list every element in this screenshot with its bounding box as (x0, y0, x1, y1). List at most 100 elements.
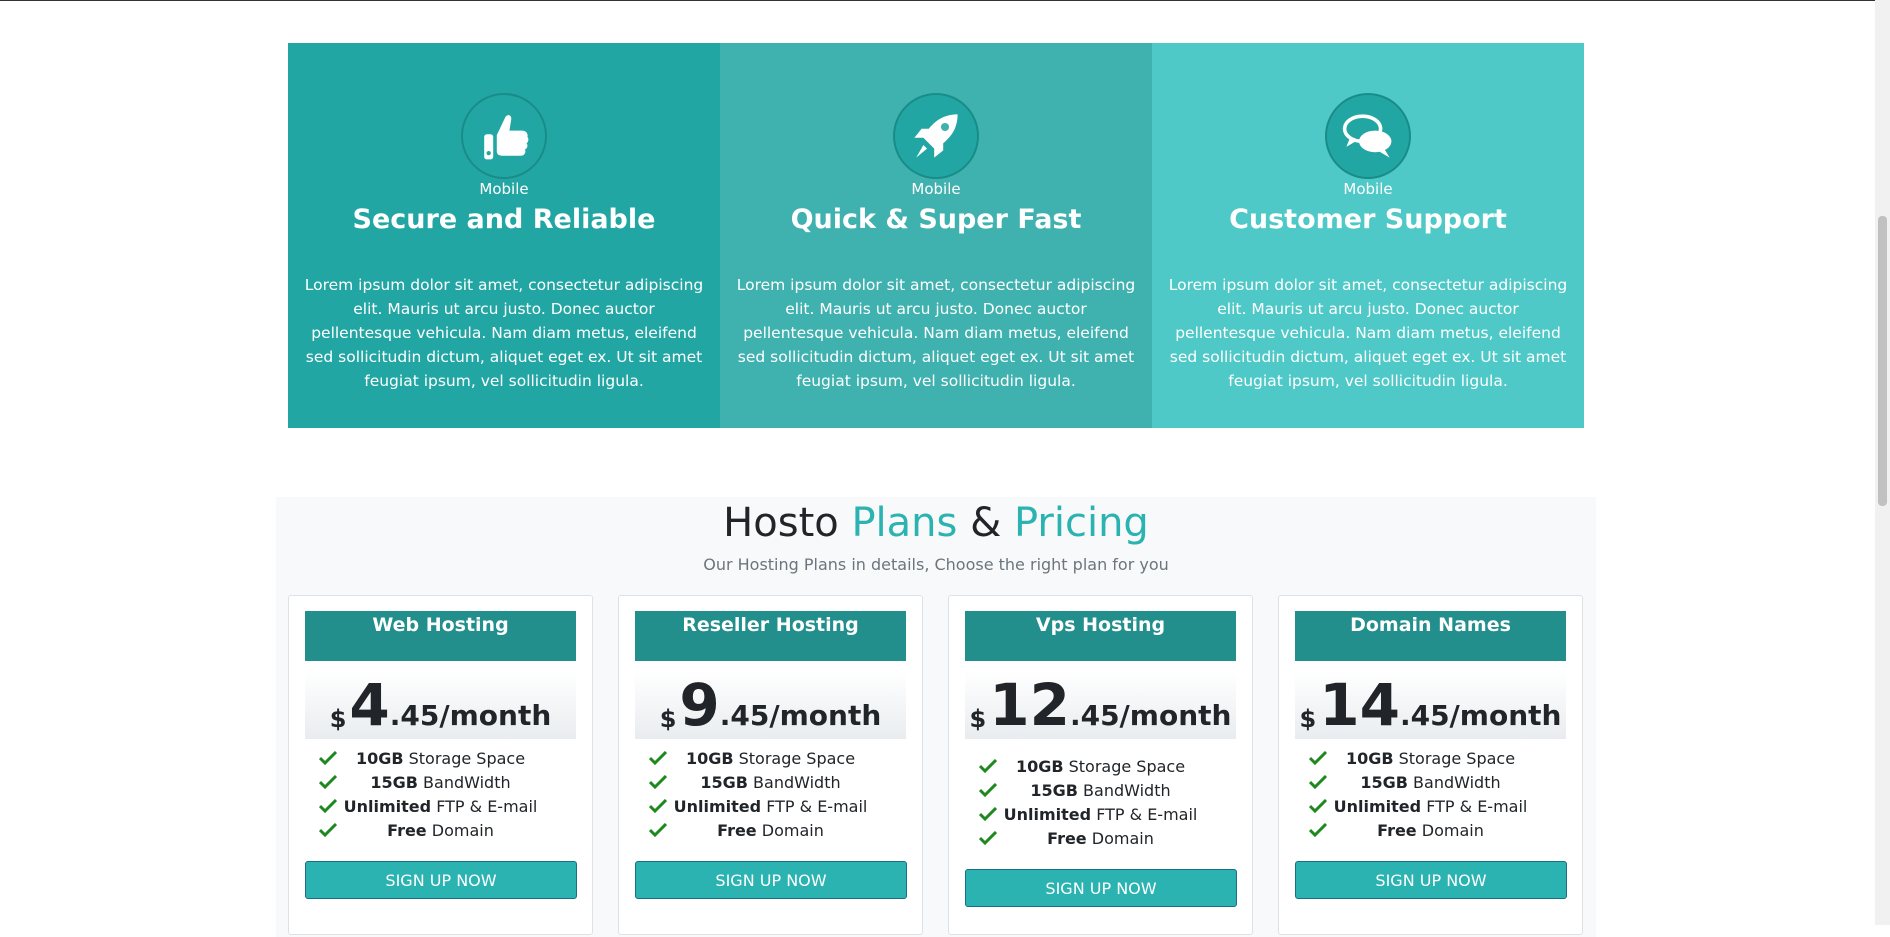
list-item: Free Domain (1295, 819, 1566, 843)
sign-up-button[interactable]: SIGN UP NOW (1295, 861, 1567, 899)
list-item: Unlimited FTP & E-mail (635, 795, 906, 819)
price-rest: .45/month (1069, 699, 1232, 732)
feature-text: FTP & E-mail (1421, 797, 1528, 816)
feature-support: Mobile Customer Support Lorem ipsum dolo… (1152, 43, 1584, 428)
heading-accent: Pricing (1014, 500, 1149, 546)
list-item: 10GB Storage Space (965, 755, 1236, 779)
feature-text: Domain (1416, 821, 1484, 840)
check-icon (319, 751, 337, 765)
list-item: 10GB Storage Space (635, 747, 906, 771)
rocket-icon (914, 114, 958, 158)
feature-bold: Free (1047, 829, 1087, 848)
feature-icon-circle (461, 93, 547, 179)
plan-features: 10GB Storage Space 15GB BandWidth Unlimi… (635, 747, 906, 843)
check-icon (1309, 799, 1327, 813)
heading-accent: Plans (851, 500, 958, 546)
feature-text: Domain (756, 821, 824, 840)
plan-name: Web Hosting (305, 611, 576, 661)
plan-features: 10GB Storage Space 15GB BandWidth Unlimi… (1295, 747, 1566, 843)
pricing-heading: Hosto Plans & Pricing (276, 497, 1596, 549)
price-currency: $ (969, 705, 987, 733)
feature-text: BandWidth (1407, 773, 1501, 792)
list-item: 15GB BandWidth (635, 771, 906, 795)
feature-bold: 15GB (700, 773, 748, 792)
check-icon (979, 807, 997, 821)
check-icon (979, 831, 997, 845)
plan-price: $9.45/month (635, 671, 906, 739)
feature-bold: 15GB (1030, 781, 1078, 800)
feature-kicker: Mobile (479, 180, 529, 198)
feature-bold: Free (717, 821, 757, 840)
check-icon (1309, 775, 1327, 789)
check-icon (319, 775, 337, 789)
price-currency: $ (329, 705, 347, 733)
plan-name: Vps Hosting (965, 611, 1236, 661)
sign-up-button[interactable]: SIGN UP NOW (305, 861, 577, 899)
price-currency: $ (659, 705, 677, 733)
feature-bold: 10GB (685, 749, 734, 768)
list-item: Unlimited FTP & E-mail (1295, 795, 1566, 819)
feature-bold: Unlimited (1003, 805, 1092, 824)
feature-text: Storage Space (1063, 757, 1186, 776)
features-band: Mobile Secure and Reliable Lorem ipsum d… (288, 43, 1584, 428)
plan-price: $14.45/month (1295, 671, 1566, 739)
check-icon (1309, 751, 1327, 765)
list-item: Free Domain (635, 819, 906, 843)
feature-text: Domain (1086, 829, 1154, 848)
price-main: 4 (349, 671, 390, 739)
list-item: 15GB BandWidth (965, 779, 1236, 803)
check-icon (319, 823, 337, 837)
feature-bold: Unlimited (1333, 797, 1422, 816)
plan-card-vps-hosting: Vps Hosting $12.45/month 10GB Storage Sp… (948, 595, 1253, 935)
list-item: Free Domain (965, 827, 1236, 851)
check-icon (649, 823, 667, 837)
feature-text: BandWidth (747, 773, 841, 792)
price-rest: .45/month (719, 699, 882, 732)
check-icon (649, 775, 667, 789)
heading-part: Hosto (723, 500, 852, 546)
check-icon (979, 783, 997, 797)
page-scrollbar[interactable] (1875, 0, 1890, 925)
pricing-subtitle: Our Hosting Plans in details, Choose the… (703, 555, 1169, 574)
price-rest: .45/month (1399, 699, 1562, 732)
feature-bold: 15GB (1360, 773, 1408, 792)
price-main: 12 (989, 671, 1070, 739)
thumbs-up-icon (484, 115, 529, 160)
check-icon (649, 799, 667, 813)
feature-text: Storage Space (403, 749, 526, 768)
feature-text: FTP & E-mail (431, 797, 538, 816)
sign-up-button[interactable]: SIGN UP NOW (635, 861, 907, 899)
feature-description: Lorem ipsum dolor sit amet, consectetur … (736, 276, 1136, 390)
plan-card-web-hosting: Web Hosting $4.45/month 10GB Storage Spa… (288, 595, 593, 935)
feature-bold: Unlimited (343, 797, 432, 816)
feature-text: Storage Space (1393, 749, 1516, 768)
chat-bubbles-icon (1342, 114, 1392, 158)
feature-bold: Free (1377, 821, 1417, 840)
price-rest: .45/month (389, 699, 552, 732)
feature-text: FTP & E-mail (761, 797, 868, 816)
plan-features: 10GB Storage Space 15GB BandWidth Unlimi… (305, 747, 576, 843)
price-currency: $ (1299, 705, 1317, 733)
check-icon (1309, 823, 1327, 837)
check-icon (649, 751, 667, 765)
list-item: 10GB Storage Space (1295, 747, 1566, 771)
feature-bold: 15GB (370, 773, 418, 792)
scrollbar-thumb[interactable] (1878, 216, 1887, 506)
feature-secure: Mobile Secure and Reliable Lorem ipsum d… (288, 43, 720, 428)
heading-part: & (957, 500, 1014, 546)
feature-description: Lorem ipsum dolor sit amet, consectetur … (304, 276, 704, 390)
feature-title: Quick & Super Fast (790, 204, 1082, 235)
feature-text: FTP & E-mail (1091, 805, 1198, 824)
check-icon (979, 759, 997, 773)
feature-text: Domain (426, 821, 494, 840)
plan-price: $4.45/month (305, 671, 576, 739)
feature-kicker: Mobile (911, 180, 961, 198)
pricing-section: Hosto Plans & Pricing Our Hosting Plans … (276, 497, 1596, 937)
feature-bold: 10GB (355, 749, 404, 768)
feature-fast: Mobile Quick & Super Fast Lorem ipsum do… (720, 43, 1152, 428)
list-item: Free Domain (305, 819, 576, 843)
sign-up-button[interactable]: SIGN UP NOW (965, 869, 1237, 907)
list-item: 10GB Storage Space (305, 747, 576, 771)
feature-bold: 10GB (1015, 757, 1064, 776)
top-border (0, 0, 1890, 1)
